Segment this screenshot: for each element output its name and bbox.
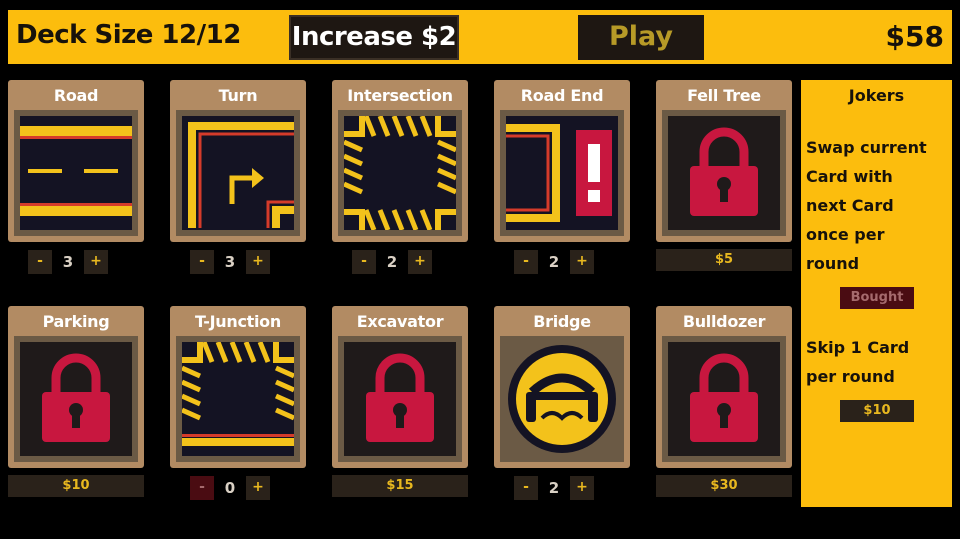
jokers-title: Jokers bbox=[848, 86, 905, 105]
decrease-button[interactable]: - bbox=[190, 250, 214, 274]
card-count: 0 bbox=[224, 479, 236, 497]
card-title: Turn bbox=[218, 86, 258, 105]
joker-swap-description: Swap current Card with next Card once pe… bbox=[806, 133, 927, 278]
card-road[interactable]: Road bbox=[8, 80, 144, 242]
road-end-counter: - 2 + bbox=[514, 250, 596, 274]
road-turn-icon bbox=[176, 110, 300, 236]
card-count: 3 bbox=[62, 253, 74, 271]
increase-button[interactable]: + bbox=[84, 250, 108, 274]
intersection-counter: - 2 + bbox=[352, 250, 434, 274]
card-turn[interactable]: Turn bbox=[170, 80, 306, 242]
lock-icon bbox=[662, 336, 786, 462]
card-title: Bridge bbox=[533, 312, 591, 331]
joker-desc-line: Card with bbox=[806, 167, 893, 186]
lock-icon bbox=[14, 336, 138, 462]
card-count: 2 bbox=[386, 253, 398, 271]
increase-deck-button[interactable]: Increase $2 bbox=[289, 15, 459, 60]
joker-desc-line: Skip 1 Card bbox=[806, 338, 910, 357]
buy-fell-tree-button[interactable]: $5 bbox=[656, 249, 792, 271]
bridge-counter: - 2 + bbox=[514, 476, 596, 500]
card-count: 2 bbox=[548, 253, 560, 271]
card-title: Bulldozer bbox=[682, 312, 766, 331]
joker-desc-line: Swap current bbox=[806, 138, 927, 157]
increase-button[interactable]: + bbox=[570, 250, 594, 274]
card-bulldozer[interactable]: Bulldozer bbox=[656, 306, 792, 468]
card-title: Excavator bbox=[356, 312, 444, 331]
card-title: Intersection bbox=[347, 86, 453, 105]
money-counter: $58 bbox=[885, 20, 944, 53]
road-end-icon bbox=[500, 110, 624, 236]
road-t-junction-icon bbox=[176, 336, 300, 462]
card-count: 3 bbox=[224, 253, 236, 271]
increase-button[interactable]: + bbox=[246, 250, 270, 274]
decrease-button[interactable]: - bbox=[352, 250, 376, 274]
card-t-junction[interactable]: T-Junction bbox=[170, 306, 306, 468]
decrease-button[interactable]: - bbox=[514, 476, 538, 500]
turn-counter: - 3 + bbox=[190, 250, 272, 274]
joker-skip-buy-button[interactable]: $10 bbox=[840, 400, 914, 422]
joker-skip-description: Skip 1 Card per round bbox=[806, 333, 909, 391]
card-road-end[interactable]: Road End bbox=[494, 80, 630, 242]
card-intersection[interactable]: Intersection bbox=[332, 80, 468, 242]
play-button[interactable]: Play bbox=[578, 15, 704, 60]
decrease-button[interactable]: - bbox=[190, 476, 214, 500]
decrease-button[interactable]: - bbox=[514, 250, 538, 274]
card-parking[interactable]: Parking bbox=[8, 306, 144, 468]
joker-desc-line: next Card bbox=[806, 196, 894, 215]
increase-button[interactable]: + bbox=[408, 250, 432, 274]
card-title: Parking bbox=[42, 312, 110, 331]
card-count: 2 bbox=[548, 479, 560, 497]
deck-size-label: Deck Size 12/12 bbox=[16, 20, 241, 50]
increase-button[interactable]: + bbox=[246, 476, 270, 500]
buy-bulldozer-button[interactable]: $30 bbox=[656, 475, 792, 497]
card-title: T-Junction bbox=[195, 312, 281, 331]
card-title: Road End bbox=[520, 86, 604, 105]
bridge-icon bbox=[500, 336, 624, 462]
top-bar: Deck Size 12/12 Increase $2 Play $58 bbox=[8, 10, 952, 64]
decrease-button[interactable]: - bbox=[28, 250, 52, 274]
card-title: Fell Tree bbox=[687, 86, 761, 105]
buy-parking-button[interactable]: $10 bbox=[8, 475, 144, 497]
t-junction-counter: - 0 + bbox=[190, 476, 272, 500]
card-excavator[interactable]: Excavator bbox=[332, 306, 468, 468]
card-title: Road bbox=[53, 86, 99, 105]
road-straight-icon bbox=[14, 110, 138, 236]
buy-excavator-button[interactable]: $15 bbox=[332, 475, 468, 497]
lock-icon bbox=[338, 336, 462, 462]
card-fell-tree[interactable]: Fell Tree bbox=[656, 80, 792, 242]
card-bridge[interactable]: Bridge bbox=[494, 306, 630, 468]
increase-button[interactable]: + bbox=[570, 476, 594, 500]
lock-icon bbox=[662, 110, 786, 236]
road-intersection-icon bbox=[338, 110, 462, 236]
joker-desc-line: per round bbox=[806, 367, 895, 386]
jokers-panel: Jokers Swap current Card with next Card … bbox=[801, 80, 952, 507]
joker-desc-line: round bbox=[806, 254, 860, 273]
road-counter: - 3 + bbox=[28, 250, 110, 274]
joker-desc-line: once per bbox=[806, 225, 885, 244]
joker-swap-bought-button[interactable]: Bought bbox=[840, 287, 914, 309]
